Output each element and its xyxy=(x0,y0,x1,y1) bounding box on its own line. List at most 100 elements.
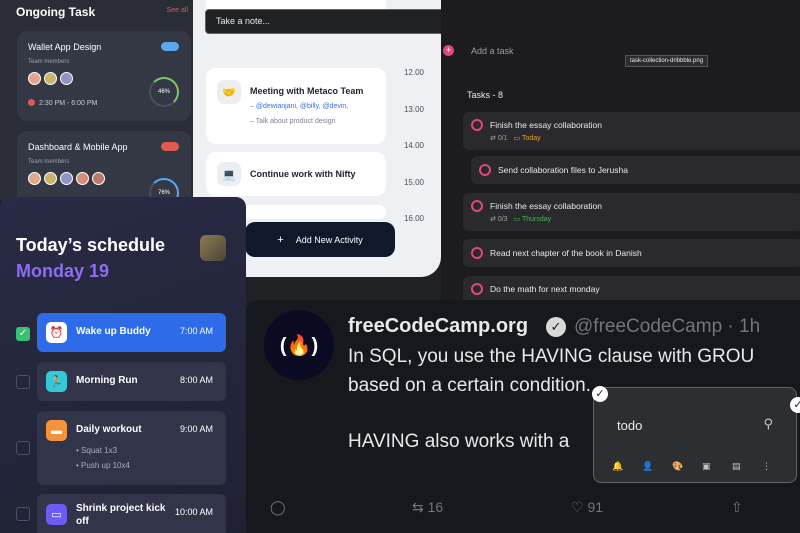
schedule-checkbox[interactable] xyxy=(16,375,30,389)
ongoing-task-panel: Ongoing Task See all Wallet App Design T… xyxy=(0,0,200,200)
select-check-icon[interactable]: ✓ xyxy=(790,397,800,413)
activity-card-nifty[interactable]: 💻 Continue work with Nifty xyxy=(206,152,386,196)
progress-ring: 46% xyxy=(149,77,179,107)
due-date: ▭ Thursday xyxy=(513,216,552,223)
schedule-panel: Today’s schedule Monday 19 ✓ ⏰ Wake up B… xyxy=(0,197,246,533)
note-toolbar: 🔔 👤 🎨 ▣ ▤ ⋮ xyxy=(612,461,792,472)
task-checkbox[interactable] xyxy=(471,200,483,212)
schedule-item-time: 7:00 AM xyxy=(179,326,213,336)
schedule-checkbox[interactable] xyxy=(16,441,30,455)
task-card-title: Dashboard & Mobile App xyxy=(28,142,128,152)
like-count: 91 xyxy=(587,499,604,515)
clock-icon xyxy=(28,99,35,106)
add-activity-label: Add New Activity xyxy=(295,234,363,245)
task-row[interactable]: Do the math for next monday xyxy=(463,276,800,300)
task-title: Send collaboration files to Jerusha xyxy=(498,165,628,175)
add-activity-button[interactable]: + Add New Activity xyxy=(245,222,395,257)
note-title: todo xyxy=(617,418,643,433)
reply-icon[interactable]: ◯ xyxy=(270,499,286,516)
status-badge xyxy=(161,142,179,151)
task-checkbox[interactable] xyxy=(471,283,483,295)
team-avatars xyxy=(28,72,76,85)
team-members-label: Team members xyxy=(28,59,70,65)
schedule-item-wake-up[interactable]: ⏰ Wake up Buddy 7:00 AM xyxy=(37,313,226,352)
task-checkbox[interactable] xyxy=(471,119,483,131)
see-all-link[interactable]: See all xyxy=(167,7,188,14)
plus-icon: + xyxy=(443,45,454,56)
task-row[interactable]: Finish the essay collaboration ⇄ 0/1 ▭ To… xyxy=(463,112,800,150)
subtask-count: 0/1 xyxy=(497,135,508,142)
avatar xyxy=(60,72,73,85)
subtask-count: 0/3 xyxy=(497,216,508,223)
activity-card-meeting[interactable]: 🤝 Meeting with Metaco Team – @dewianjani… xyxy=(206,68,386,144)
tasks-count: Tasks - 8 xyxy=(467,90,504,100)
share-icon[interactable]: ⇧ xyxy=(731,499,743,516)
schedule-subitem: • Squat 1x3 xyxy=(76,446,118,455)
task-card-title: Wallet App Design xyxy=(28,42,102,52)
subitem-label: Squat 1x3 xyxy=(81,446,118,455)
note-text: Talk about product design xyxy=(255,118,336,125)
task-meta: ⇄ 0/1 ▭ Today xyxy=(490,135,541,142)
task-card-dashboard[interactable]: Dashboard & Mobile App Team members 76% xyxy=(17,131,191,200)
task-row[interactable]: Read next chapter of the book in Danish xyxy=(463,239,800,267)
image-icon[interactable]: ▣ xyxy=(702,461,732,472)
tasks-panel: + Add a task task-collection-dribbble.png… xyxy=(441,0,800,300)
like-button[interactable]: ♡ 91 xyxy=(571,499,603,516)
avatar xyxy=(44,172,57,185)
schedule-item-workout[interactable]: ▬ Daily workout 9:00 AM • Squat 1x3 • Pu… xyxy=(37,411,226,485)
schedule-date: Monday 19 xyxy=(16,261,110,281)
more-options-icon[interactable]: ⋮ xyxy=(762,461,792,472)
status-badge xyxy=(161,42,179,51)
note-placeholder: Take a note... xyxy=(216,16,271,26)
handshake-icon: 🤝 xyxy=(217,80,241,104)
archive-icon[interactable]: ▤ xyxy=(732,461,762,472)
verified-icon: ✓ xyxy=(546,317,566,337)
hour-label: 13.00 xyxy=(403,104,424,114)
due-date: ▭ Today xyxy=(513,135,541,142)
add-task-button[interactable]: + Add a task xyxy=(443,45,514,56)
task-checkbox[interactable] xyxy=(471,247,483,259)
laptop-icon: 💻 xyxy=(217,162,241,186)
task-title: Finish the essay collaboration xyxy=(490,201,602,211)
activity-mentions: – @dewianjani, @billy, @devin, xyxy=(250,103,349,110)
schedule-checkbox[interactable]: ✓ xyxy=(16,327,30,341)
todo-note-card[interactable]: ✓ todo ⚲ 🔔 👤 🎨 ▣ ▤ ⋮ xyxy=(592,386,797,483)
running-icon: 🏃 xyxy=(46,371,67,392)
avatar xyxy=(44,72,57,85)
task-time-label: 2:30 PM - 6:00 PM xyxy=(39,100,98,107)
task-checkbox[interactable] xyxy=(479,164,491,176)
tweet-text-line: In SQL, you use the HAVING clause with G… xyxy=(348,346,755,367)
task-title: Do the math for next monday xyxy=(490,284,600,294)
task-row[interactable]: Send collaboration files to Jerusha xyxy=(471,156,800,184)
task-title: Finish the essay collaboration xyxy=(490,120,602,130)
tweet-author-name[interactable]: freeCodeCamp.org xyxy=(348,315,528,338)
avatar[interactable] xyxy=(200,235,226,261)
retweet-button[interactable]: ⇆ 16 xyxy=(412,499,443,516)
schedule-item-label: Shrink project kick off xyxy=(76,503,166,527)
team-members-label: Team members xyxy=(28,159,70,165)
task-title: Read next chapter of the book in Danish xyxy=(490,248,642,258)
palette-icon[interactable]: 🎨 xyxy=(672,461,702,472)
hour-labels: 12.00 13.00 14.00 15.00 16.00 xyxy=(404,68,424,251)
alarm-clock-icon: ⏰ xyxy=(46,322,67,343)
freecodecamp-logo-icon[interactable]: (🔥) xyxy=(264,310,334,380)
schedule-title: Today’s schedule xyxy=(16,235,166,255)
schedule-item-label: Wake up Buddy xyxy=(76,326,151,337)
hour-label: 12.00 xyxy=(403,68,424,77)
schedule-subitem: • Push up 10x4 xyxy=(76,461,130,470)
schedule-item-morning-run[interactable]: 🏃 Morning Run 8:00 AM xyxy=(37,362,226,401)
pin-icon[interactable]: ⚲ xyxy=(763,416,773,432)
schedule-item-shrink[interactable]: ▭ Shrink project kick off 10:00 AM xyxy=(37,494,226,533)
due-label: Today xyxy=(521,135,541,142)
add-task-label: Add a task xyxy=(471,46,514,56)
collaborator-icon[interactable]: 👤 xyxy=(642,461,672,472)
tweet-handle[interactable]: @freeCodeCamp · 1h xyxy=(574,316,760,338)
schedule-checkbox[interactable] xyxy=(16,507,30,521)
schedule-item-label: Daily workout xyxy=(76,424,142,435)
avatar xyxy=(92,172,105,185)
avatar xyxy=(76,172,89,185)
task-row[interactable]: Finish the essay collaboration ⇄ 0/3 ▭ Th… xyxy=(463,193,800,231)
task-card-wallet[interactable]: Wallet App Design Team members 2:30 PM -… xyxy=(17,31,191,121)
reminder-icon[interactable]: 🔔 xyxy=(612,461,642,472)
select-check-icon[interactable]: ✓ xyxy=(592,386,608,402)
